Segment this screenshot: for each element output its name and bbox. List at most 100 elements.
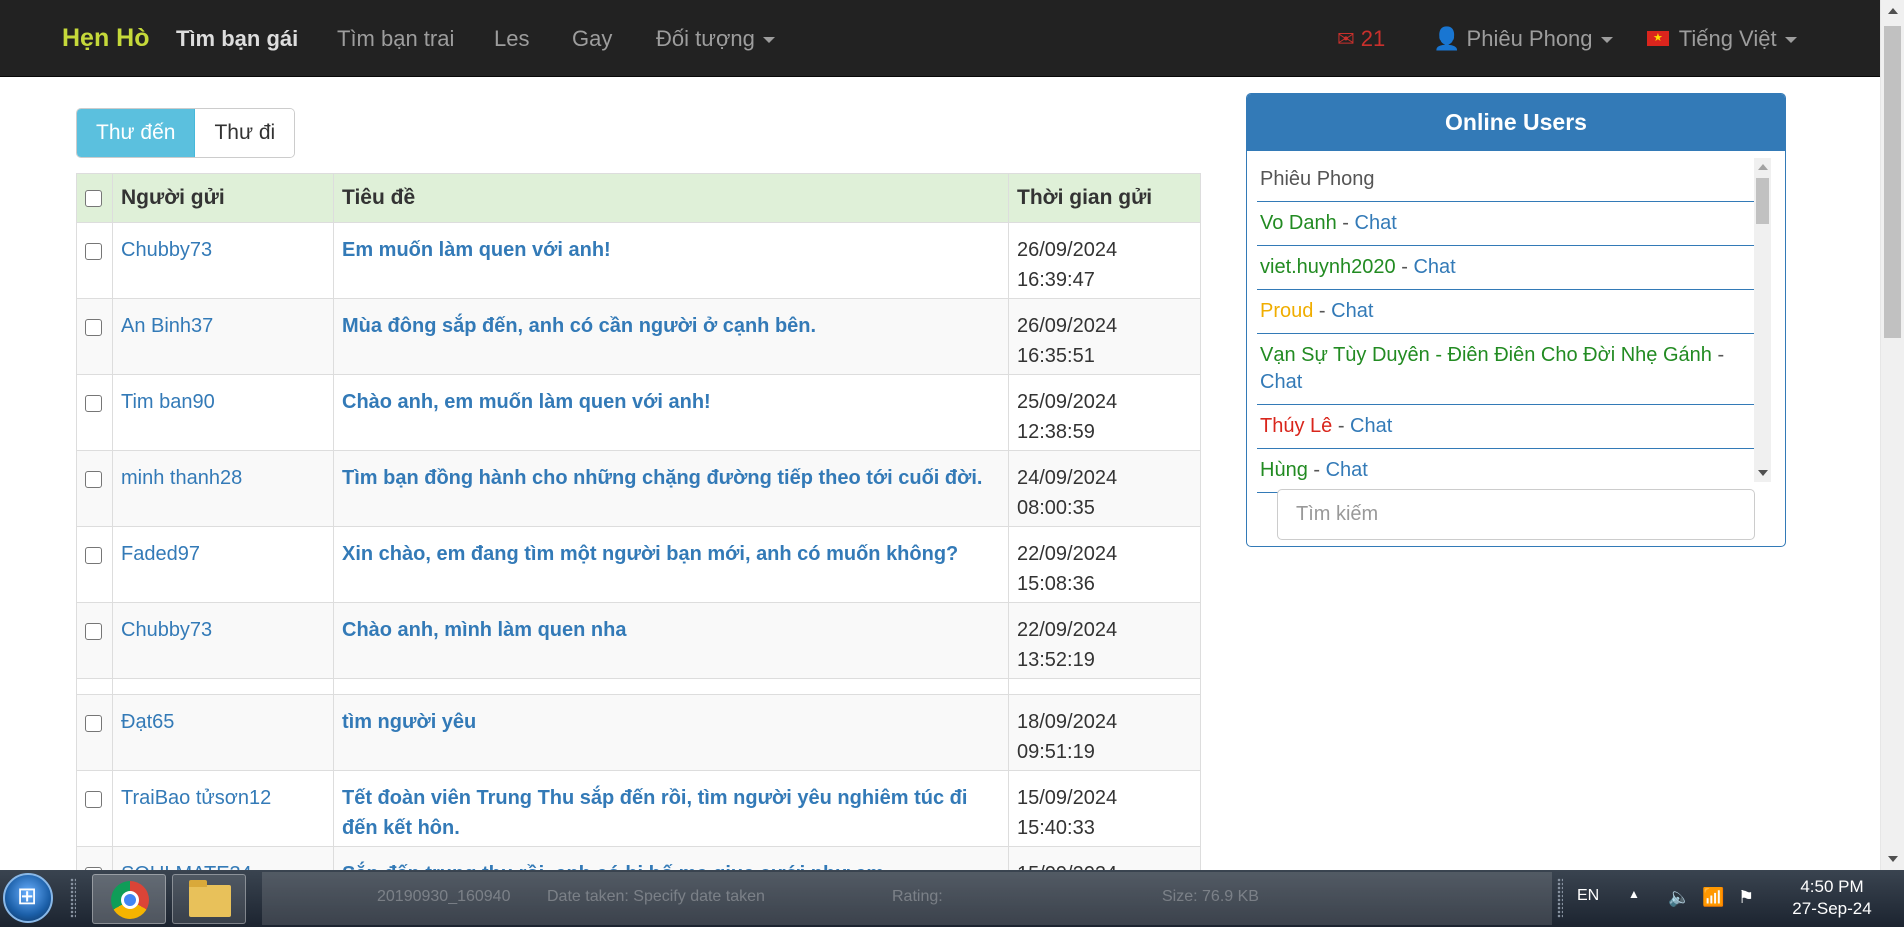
brand-logo[interactable]: Hẹn Hò: [62, 24, 150, 53]
vietnam-flag-icon: [1647, 31, 1669, 47]
list-item: Hùng - Chat: [1257, 449, 1754, 493]
sender-link[interactable]: Chubby73: [121, 619, 212, 641]
scroll-up-arrow-icon[interactable]: [1888, 8, 1898, 14]
user-menu-dropdown[interactable]: 👤 Phiêu Phong: [1433, 26, 1613, 52]
mail-count: 21: [1360, 26, 1386, 51]
table-row[interactable]: An Binh37 Mùa đông sắp đến, anh có cần n…: [76, 298, 1201, 375]
scrollbar-thumb[interactable]: [1756, 178, 1769, 224]
sender-link[interactable]: Đạt65: [121, 711, 174, 733]
scrollbar-thumb[interactable]: [1884, 26, 1901, 338]
subject-link[interactable]: tìm người yêu: [342, 711, 476, 733]
show-hidden-icons-icon[interactable]: ▲: [1628, 887, 1640, 901]
row-checkbox[interactable]: [85, 791, 102, 809]
online-user-name[interactable]: Thúy Lê: [1260, 415, 1332, 437]
subject-link[interactable]: Mùa đông sắp đến, anh có cần người ở cạn…: [342, 315, 816, 337]
nav-find-girlfriend[interactable]: Tìm bạn gái: [176, 26, 298, 52]
nav-audience-label: Đối tượng: [656, 26, 755, 51]
subject-link[interactable]: Chào anh, mình làm quen nha: [342, 619, 626, 641]
scroll-up-arrow-icon[interactable]: [1758, 164, 1768, 170]
language-indicator[interactable]: EN: [1577, 887, 1599, 905]
explorer-taskbar-button[interactable]: [172, 874, 246, 924]
online-user-name[interactable]: Proud: [1260, 300, 1313, 322]
scroll-down-arrow-icon[interactable]: [1888, 856, 1898, 862]
action-center-flag-icon[interactable]: ⚑: [1738, 887, 1754, 908]
sent-time: 15:08:36: [1017, 573, 1095, 595]
preview-text: 20190930_160940: [377, 888, 511, 905]
subject-link[interactable]: Tết đoàn viên Trung Thu sắp đến rồi, tìm…: [342, 787, 967, 839]
subject-link[interactable]: Xin chào, em đang tìm một người bạn mới,…: [342, 543, 958, 565]
subject-link[interactable]: Em muốn làm quen với anh!: [342, 239, 611, 261]
sent-date: 22/09/2024: [1017, 543, 1118, 565]
sender-link[interactable]: An Binh37: [121, 315, 213, 337]
preview-text: Date taken: Specify date taken: [547, 888, 765, 905]
table-row[interactable]: Chubby73 Chào anh, mình làm quen nha 22/…: [76, 602, 1201, 679]
clock-date: 27-Sep-24: [1792, 899, 1872, 918]
table-row[interactable]: Đạt65 tìm người yêu 18/09/2024 09:51:19: [76, 694, 1201, 771]
sent-time: 13:52:19: [1017, 649, 1095, 671]
online-users-title: Online Users: [1247, 94, 1785, 151]
chat-link[interactable]: Chat: [1331, 300, 1373, 322]
chat-link[interactable]: Chat: [1350, 415, 1392, 437]
list-item: Vạn Sự Tùy Duyên - Điên Điên Cho Đời Nhẹ…: [1257, 334, 1754, 405]
mailbox-tabs: Thư đến Thư đi: [76, 108, 296, 158]
online-user-name: Phiêu Phong: [1260, 168, 1375, 190]
chevron-down-icon: [1784, 37, 1797, 44]
sender-link[interactable]: Chubby73: [121, 239, 212, 261]
network-signal-icon[interactable]: 📶: [1702, 887, 1724, 908]
table-row[interactable]: Chubby73 Em muốn làm quen với anh! 26/09…: [76, 222, 1201, 299]
row-checkbox[interactable]: [85, 715, 102, 733]
page-scrollbar[interactable]: [1880, 0, 1904, 870]
tab-inbox[interactable]: Thư đến: [77, 109, 196, 157]
chat-link[interactable]: Chat: [1355, 212, 1397, 234]
chat-link[interactable]: Chat: [1260, 371, 1302, 393]
nav-les[interactable]: Les: [494, 26, 529, 52]
row-checkbox[interactable]: [85, 395, 102, 413]
language-dropdown[interactable]: Tiếng Việt: [1647, 26, 1797, 52]
system-clock[interactable]: 4:50 PM 27-Sep-24: [1782, 876, 1882, 920]
nav-gay[interactable]: Gay: [572, 26, 612, 52]
select-all-checkbox[interactable]: [85, 189, 102, 207]
sender-link[interactable]: minh thanh28: [121, 467, 242, 489]
subject-link[interactable]: Tìm bạn đồng hành cho những chặng đường …: [342, 467, 982, 489]
start-button[interactable]: [3, 873, 53, 923]
online-user-name[interactable]: viet.huynh2020: [1260, 256, 1396, 278]
nav-find-boyfriend[interactable]: Tìm bạn trai: [337, 26, 454, 52]
table-row[interactable]: minh thanh28 Tìm bạn đồng hành cho những…: [76, 450, 1201, 527]
online-user-name[interactable]: Vo Danh: [1260, 212, 1337, 234]
list-item: Phiêu Phong: [1257, 158, 1754, 202]
row-checkbox[interactable]: [85, 471, 102, 489]
column-header-subject[interactable]: Tiêu đề: [333, 173, 1009, 223]
sent-date: 24/09/2024: [1017, 467, 1118, 489]
chat-link[interactable]: Chat: [1326, 459, 1368, 481]
row-checkbox[interactable]: [85, 319, 102, 337]
mail-button[interactable]: ✉ 21: [1337, 26, 1385, 52]
sent-time: 16:35:51: [1017, 345, 1095, 367]
sent-date: 22/09/2024: [1017, 619, 1118, 641]
subject-link[interactable]: Chào anh, em muốn làm quen với anh!: [342, 391, 711, 413]
table-row[interactable]: TraiBao tửsơn12 Tết đoàn viên Trung Thu …: [76, 770, 1201, 847]
sent-time: 16:39:47: [1017, 269, 1095, 291]
online-user-name[interactable]: Vạn Sự Tùy Duyên - Điên Điên Cho Đời Nhẹ…: [1260, 344, 1712, 366]
table-row[interactable]: Faded97 Xin chào, em đang tìm một người …: [76, 526, 1201, 603]
chat-link[interactable]: Chat: [1413, 256, 1455, 278]
sender-link[interactable]: TraiBao tửsơn12: [121, 787, 271, 809]
user-search-input[interactable]: [1277, 489, 1755, 540]
row-checkbox[interactable]: [85, 547, 102, 565]
sender-link[interactable]: Faded97: [121, 543, 200, 565]
chrome-taskbar-button[interactable]: [92, 874, 166, 924]
online-users-scrollbar[interactable]: [1754, 158, 1771, 482]
row-checkbox[interactable]: [85, 243, 102, 261]
column-header-time[interactable]: Thời gian gửi: [1008, 173, 1201, 223]
list-item: Proud - Chat: [1257, 290, 1754, 334]
user-icon: 👤: [1433, 26, 1461, 51]
table-row[interactable]: Tim ban90 Chào anh, em muốn làm quen với…: [76, 374, 1201, 451]
tab-sent[interactable]: Thư đi: [195, 109, 295, 157]
column-header-sender[interactable]: Người gửi: [112, 173, 334, 223]
sent-time: 09:51:19: [1017, 741, 1095, 763]
scroll-down-arrow-icon[interactable]: [1758, 470, 1768, 476]
nav-audience-dropdown[interactable]: Đối tượng: [656, 26, 775, 52]
volume-icon[interactable]: 🔈: [1668, 887, 1690, 908]
row-checkbox[interactable]: [85, 623, 102, 641]
sender-link[interactable]: Tim ban90: [121, 391, 215, 413]
online-user-name[interactable]: Hùng: [1260, 459, 1308, 481]
